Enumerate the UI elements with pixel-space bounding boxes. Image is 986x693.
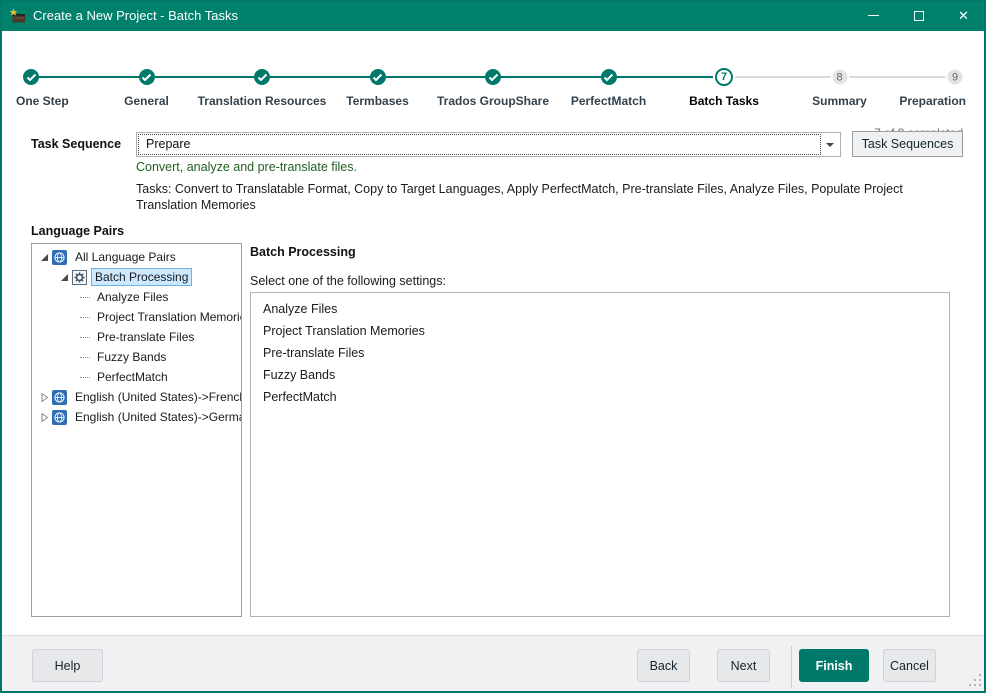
step-label-trados-groupshare[interactable]: Trados GroupShare <box>437 94 549 108</box>
step-circle-perfectmatch[interactable] <box>601 69 617 85</box>
step-circle-preparation[interactable]: 9 <box>948 70 963 85</box>
step-label-one-step[interactable]: One Step <box>16 94 69 108</box>
step-circle-translation-resources[interactable] <box>254 69 270 85</box>
tree-item-label: English (United States)->French ( <box>71 388 242 406</box>
step-label-summary[interactable]: Summary <box>812 94 867 108</box>
footer-bar: Help Back Next Finish Cancel <box>0 635 986 693</box>
tree-connector <box>80 297 90 298</box>
language-pair-globe-icon <box>52 390 67 405</box>
check-icon <box>26 73 37 82</box>
tree-item-analyze-files[interactable]: Analyze Files <box>32 287 241 307</box>
check-icon <box>603 73 614 82</box>
step-circle-termbases[interactable] <box>370 69 386 85</box>
task-sequence-dropdown[interactable]: Prepare <box>136 132 841 157</box>
batch-processing-gear-icon <box>72 270 87 285</box>
tree-item-english-united-states-french[interactable]: English (United States)->French ( <box>32 387 241 407</box>
settings-item-perfectmatch[interactable]: PerfectMatch <box>251 386 949 408</box>
check-icon <box>488 73 499 82</box>
tree-connector <box>80 377 90 378</box>
footer-separator <box>791 646 792 688</box>
task-sequence-label: Task Sequence <box>31 137 121 151</box>
language-pairs-tree[interactable]: All Language Pairs Batch Processing Analyz… <box>31 243 242 617</box>
task-sequences-button[interactable]: Task Sequences <box>852 131 963 157</box>
stepper: 7 of 9 completed One StepGeneralTranslat… <box>0 31 986 121</box>
step-circle-summary[interactable]: 8 <box>832 70 847 85</box>
create-new-project-wizard-window: Create a New Project - Batch Tasks ✕ 7 o… <box>0 0 986 693</box>
new-project-app-icon <box>9 8 27 24</box>
window-controls: ✕ <box>851 0 986 31</box>
finish-button[interactable]: Finish <box>799 649 869 682</box>
next-button[interactable]: Next <box>717 649 770 682</box>
minimize-button[interactable] <box>851 0 896 31</box>
check-icon <box>141 73 152 82</box>
step-circle-one-step[interactable] <box>23 69 39 85</box>
tree-connector <box>80 337 90 338</box>
settings-panel-title: Batch Processing <box>250 245 356 259</box>
tree-item-label: English (United States)->German <box>71 408 242 426</box>
task-sequence-tasks-text: Tasks: Convert to Translatable Format, C… <box>136 182 948 213</box>
collapse-triangle-icon[interactable] <box>58 271 70 283</box>
tree-item-label: Batch Processing <box>91 268 192 286</box>
step-label-batch-tasks[interactable]: Batch Tasks <box>689 94 759 108</box>
check-icon <box>372 73 383 82</box>
cancel-button[interactable]: Cancel <box>883 649 936 682</box>
tree-item-label: Fuzzy Bands <box>93 348 170 366</box>
check-icon <box>257 73 268 82</box>
step-label-general[interactable]: General <box>124 94 169 108</box>
tree-item-batch-processing[interactable]: Batch Processing <box>32 267 241 287</box>
tree-item-pre-translate-files[interactable]: Pre-translate Files <box>32 327 241 347</box>
close-button[interactable]: ✕ <box>941 0 986 31</box>
combo-focus-ring <box>138 134 821 155</box>
tree-item-perfectmatch[interactable]: PerfectMatch <box>32 367 241 387</box>
expand-triangle-icon[interactable] <box>38 391 50 403</box>
tree-item-fuzzy-bands[interactable]: Fuzzy Bands <box>32 347 241 367</box>
close-icon: ✕ <box>958 9 969 22</box>
tree-item-label: All Language Pairs <box>71 248 180 266</box>
settings-item-project-translation-memories[interactable]: Project Translation Memories <box>251 320 949 342</box>
task-sequence-description: Convert, analyze and pre-translate files… <box>136 160 357 174</box>
step-label-translation-resources[interactable]: Translation Resources <box>198 94 327 108</box>
maximize-icon <box>914 11 924 21</box>
expand-triangle-icon[interactable] <box>38 411 50 423</box>
step-circle-batch-tasks[interactable]: 7 <box>715 68 733 86</box>
resize-grip[interactable] <box>968 673 982 687</box>
settings-listbox[interactable]: Analyze FilesProject Translation Memorie… <box>250 292 950 617</box>
language-pair-globe-icon <box>52 250 67 265</box>
tree-item-label: Project Translation Memories <box>93 308 242 326</box>
chevron-down-icon <box>826 143 834 147</box>
minimize-icon <box>868 15 879 17</box>
task-sequence-value: Prepare <box>146 133 190 156</box>
step-label-perfectmatch[interactable]: PerfectMatch <box>571 94 646 108</box>
tree-item-all-language-pairs[interactable]: All Language Pairs <box>32 247 241 267</box>
help-button[interactable]: Help <box>32 649 103 682</box>
settings-item-analyze-files[interactable]: Analyze Files <box>251 298 949 320</box>
language-pairs-label: Language Pairs <box>31 224 124 238</box>
step-label-termbases[interactable]: Termbases <box>346 94 408 108</box>
settings-panel-instruction: Select one of the following settings: <box>250 274 446 288</box>
tree-connector <box>80 357 90 358</box>
window-title: Create a New Project - Batch Tasks <box>33 8 238 23</box>
settings-item-pre-translate-files[interactable]: Pre-translate Files <box>251 342 949 364</box>
step-label-preparation[interactable]: Preparation <box>899 94 966 108</box>
collapse-triangle-icon[interactable] <box>38 251 50 263</box>
maximize-button[interactable] <box>896 0 941 31</box>
step-circle-trados-groupshare[interactable] <box>485 69 501 85</box>
step-circle-general[interactable] <box>139 69 155 85</box>
tree-item-project-translation-memories[interactable]: Project Translation Memories <box>32 307 241 327</box>
tree-connector <box>80 317 90 318</box>
tree-item-label: Pre-translate Files <box>93 328 198 346</box>
settings-item-fuzzy-bands[interactable]: Fuzzy Bands <box>251 364 949 386</box>
language-pair-globe-icon <box>52 410 67 425</box>
back-button[interactable]: Back <box>637 649 690 682</box>
tree-item-label: Analyze Files <box>93 288 172 306</box>
tree-item-english-united-states-german[interactable]: English (United States)->German <box>32 407 241 427</box>
tree-item-label: PerfectMatch <box>93 368 172 386</box>
titlebar[interactable]: Create a New Project - Batch Tasks ✕ <box>0 0 986 31</box>
